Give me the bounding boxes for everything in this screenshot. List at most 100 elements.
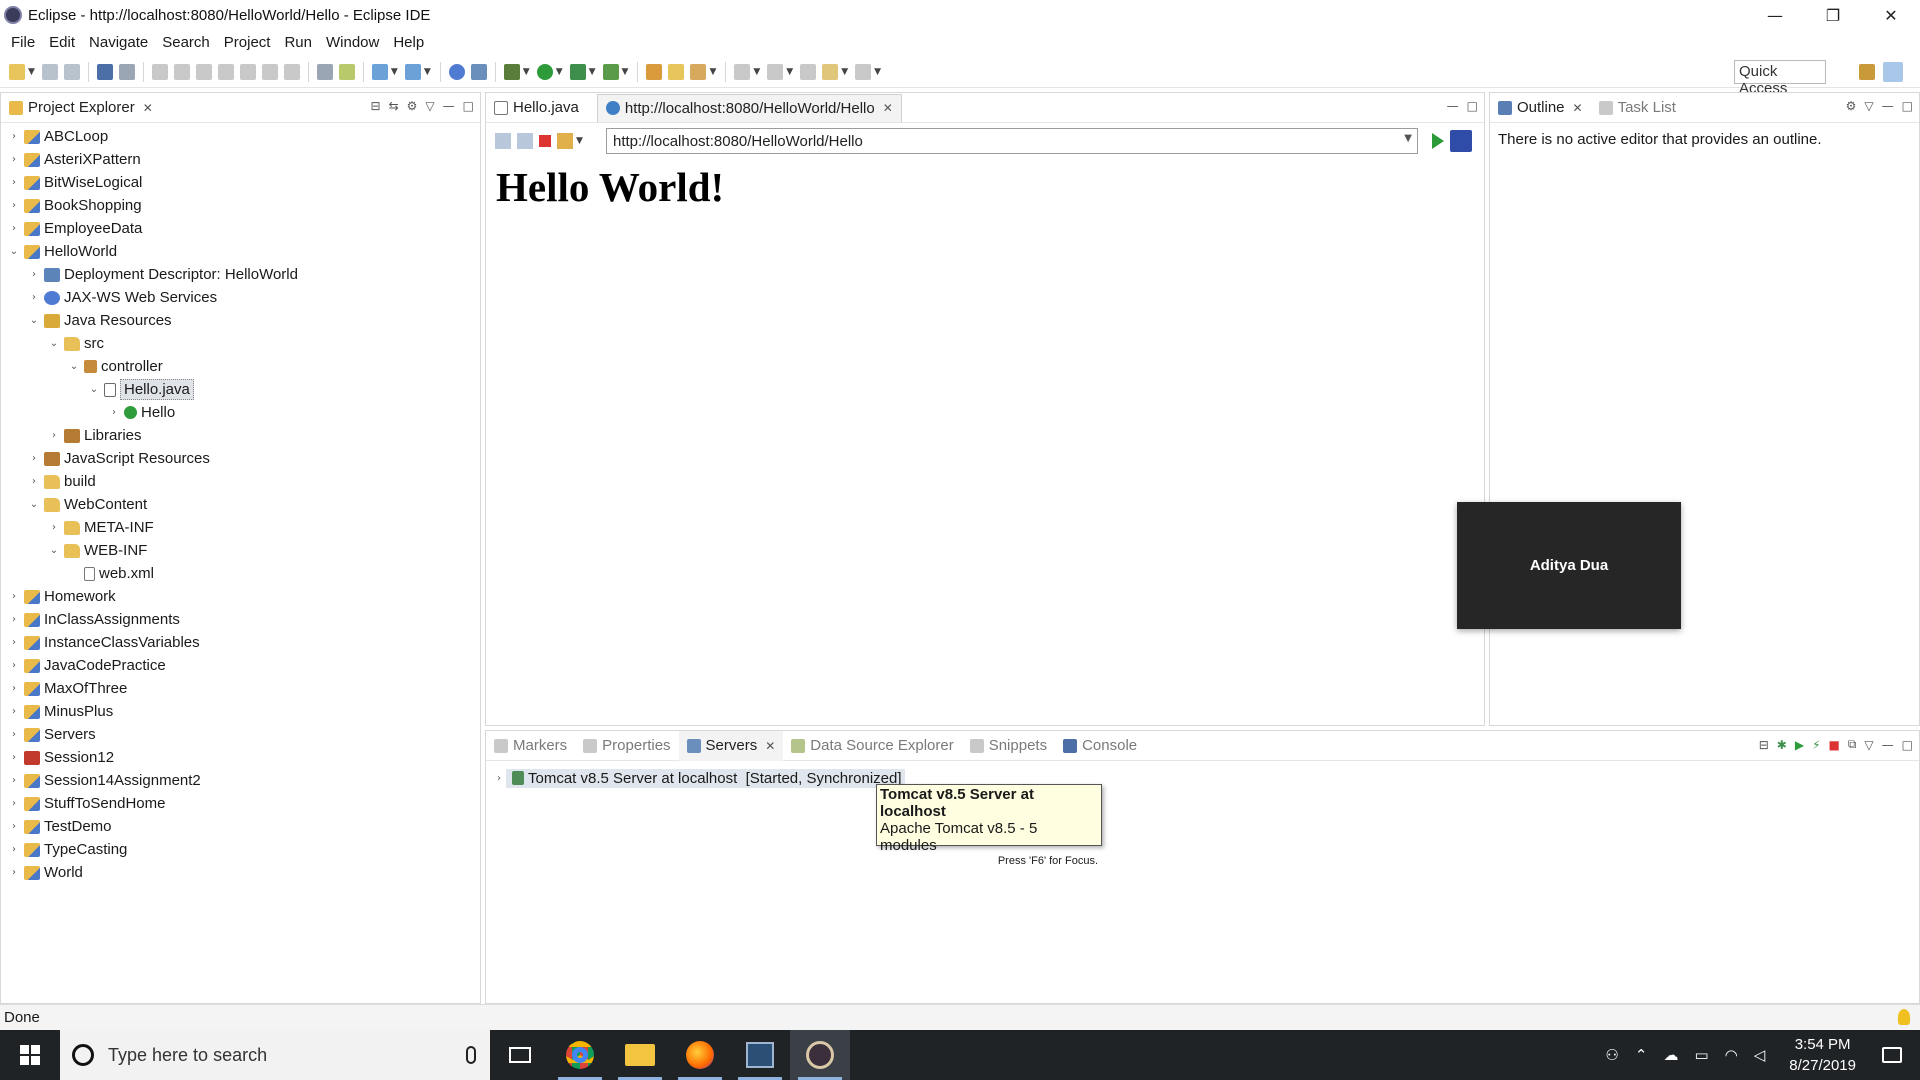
- suspend-icon[interactable]: [173, 63, 190, 80]
- tree-item[interactable]: ⌄ HelloWorld: [1, 240, 480, 263]
- people-icon[interactable]: ⚇: [1605, 1046, 1618, 1064]
- taskbar-search[interactable]: Type here to search: [60, 1030, 490, 1080]
- expand-chevron-icon[interactable]: ›: [7, 683, 21, 694]
- expand-chevron-icon[interactable]: ›: [47, 430, 61, 441]
- tree-item[interactable]: › AsteriXPattern: [1, 148, 480, 171]
- start-server-icon[interactable]: ▶: [1795, 738, 1804, 752]
- tree-item[interactable]: › build: [1, 470, 480, 493]
- tree-item[interactable]: ⌄ controller: [1, 355, 480, 378]
- server-dropdown-icon[interactable]: ▼: [391, 67, 398, 77]
- tab-servers[interactable]: Servers ✕: [678, 730, 784, 761]
- tree-item[interactable]: web.xml: [1, 562, 480, 585]
- resume-icon[interactable]: [151, 63, 168, 80]
- taskbar-clock[interactable]: 3:54 PM 8/27/2019: [1789, 1034, 1856, 1076]
- close-icon[interactable]: ✕: [883, 101, 893, 115]
- tab-outline[interactable]: Outline ✕: [1490, 93, 1591, 123]
- coverage-icon[interactable]: [569, 63, 586, 80]
- debug-dropdown-icon[interactable]: ▼: [523, 67, 530, 77]
- tree-item[interactable]: ⌄ WebContent: [1, 493, 480, 516]
- save-icon[interactable]: [41, 63, 58, 80]
- tree-item[interactable]: › EmployeeData: [1, 217, 480, 240]
- tab-browser[interactable]: http://localhost:8080/HelloWorld/Hello ✕: [596, 93, 902, 122]
- taskbar-file-explorer[interactable]: [610, 1030, 670, 1080]
- tab-properties[interactable]: Properties: [575, 731, 678, 761]
- view-menu-icon[interactable]: ▽: [425, 99, 434, 113]
- menu-window[interactable]: Window: [319, 34, 386, 51]
- maximize-button[interactable]: ❐: [1804, 0, 1862, 30]
- collapse-chevron-icon[interactable]: ⌄: [87, 384, 101, 395]
- onedrive-icon[interactable]: ☁: [1663, 1046, 1678, 1064]
- collapse-chevron-icon[interactable]: ⌄: [27, 499, 41, 510]
- back-icon[interactable]: [822, 63, 839, 80]
- url-history-dropdown-icon[interactable]: ▼: [1404, 133, 1412, 144]
- open-type-icon[interactable]: [646, 63, 663, 80]
- collapse-chevron-icon[interactable]: ⌄: [27, 315, 41, 326]
- skip-breakpoints-icon[interactable]: [118, 63, 135, 80]
- tab-task-list[interactable]: Task List: [1591, 93, 1684, 123]
- publish-icon[interactable]: [470, 63, 487, 80]
- expand-chevron-icon[interactable]: ›: [7, 131, 21, 142]
- tree-item[interactable]: › Homework: [1, 585, 480, 608]
- terminate-icon[interactable]: [195, 63, 212, 80]
- expand-chevron-icon[interactable]: ›: [7, 821, 21, 832]
- expand-chevron-icon[interactable]: ›: [7, 867, 21, 878]
- tab-console[interactable]: Console: [1055, 731, 1145, 761]
- tree-item[interactable]: › BitWiseLogical: [1, 171, 480, 194]
- maximize-view-icon[interactable]: □: [1467, 99, 1478, 113]
- collapse-chevron-icon[interactable]: ⌄: [67, 361, 81, 372]
- browser-back-icon[interactable]: [495, 133, 511, 149]
- tab-data-source-explorer[interactable]: Data Source Explorer: [783, 731, 961, 761]
- expand-chevron-icon[interactable]: ›: [7, 177, 21, 188]
- link-editor-icon[interactable]: ⇆: [389, 99, 399, 113]
- expand-chevron-icon[interactable]: ›: [7, 660, 21, 671]
- new-icon[interactable]: [9, 63, 25, 80]
- tab-project-explorer[interactable]: Project Explorer ✕: [1, 93, 161, 123]
- open-perspective-icon[interactable]: [1831, 64, 1847, 80]
- tree-item[interactable]: ⌄ Java Resources: [1, 309, 480, 332]
- forward-icon[interactable]: [855, 63, 872, 80]
- run-icon[interactable]: [536, 63, 553, 80]
- stop-server-icon[interactable]: ■: [1829, 738, 1840, 752]
- minimize-view-icon[interactable]: —: [1882, 738, 1894, 752]
- run-dropdown-icon[interactable]: ▼: [556, 67, 563, 77]
- minimize-view-icon[interactable]: —: [1447, 99, 1459, 113]
- tab-hello-java[interactable]: Hello.java: [486, 93, 587, 123]
- expand-chevron-icon[interactable]: ›: [7, 844, 21, 855]
- lightbulb-icon[interactable]: [1898, 1009, 1910, 1025]
- tree-item[interactable]: › InClassAssignments: [1, 608, 480, 631]
- show-hidden-icons-icon[interactable]: ⌃: [1635, 1046, 1648, 1064]
- maximize-view-icon[interactable]: □: [1902, 99, 1913, 113]
- expand-chevron-icon[interactable]: ›: [7, 775, 21, 786]
- external-tools-icon[interactable]: [602, 63, 619, 80]
- tree-item[interactable]: › World: [1, 861, 480, 884]
- tree-item[interactable]: › ABCLoop: [1, 125, 480, 148]
- new-dropdown-icon[interactable]: ▼: [28, 67, 35, 77]
- expand-chevron-icon[interactable]: ›: [7, 154, 21, 165]
- menu-edit[interactable]: Edit: [42, 34, 82, 51]
- microphone-icon[interactable]: [466, 1046, 476, 1064]
- close-icon[interactable]: ✕: [143, 101, 153, 115]
- server-entry[interactable]: Tomcat v8.5 Server at localhost [Started…: [506, 768, 905, 788]
- close-icon[interactable]: ✕: [1573, 101, 1583, 115]
- expand-chevron-icon[interactable]: ›: [27, 269, 41, 280]
- step-into-icon[interactable]: [239, 63, 256, 80]
- save-all-icon[interactable]: [63, 63, 80, 80]
- browser-refresh-icon[interactable]: [557, 133, 573, 149]
- browser-forward-icon[interactable]: [517, 133, 533, 149]
- expand-chevron-icon[interactable]: ›: [492, 773, 506, 784]
- minimize-button[interactable]: —: [1746, 0, 1804, 30]
- search-dropdown-icon[interactable]: ▼: [709, 67, 716, 77]
- tree-item[interactable]: ⌄ Hello.java: [1, 378, 480, 401]
- taskbar-firefox[interactable]: [670, 1030, 730, 1080]
- filter-icon[interactable]: ⚙: [407, 99, 418, 113]
- publish-server-icon[interactable]: ⧉: [1848, 737, 1857, 752]
- globe-icon[interactable]: [448, 63, 465, 80]
- expand-chevron-icon[interactable]: ›: [47, 522, 61, 533]
- toggle-mark-icon[interactable]: [338, 63, 355, 80]
- tree-item[interactable]: › Session14Assignment2: [1, 769, 480, 792]
- previous-annotation-dropdown-icon[interactable]: ▼: [786, 67, 793, 77]
- tree-item[interactable]: › Libraries: [1, 424, 480, 447]
- tree-item[interactable]: › TypeCasting: [1, 838, 480, 861]
- search-tool-icon[interactable]: [690, 63, 707, 80]
- new-server-icon[interactable]: [371, 63, 388, 80]
